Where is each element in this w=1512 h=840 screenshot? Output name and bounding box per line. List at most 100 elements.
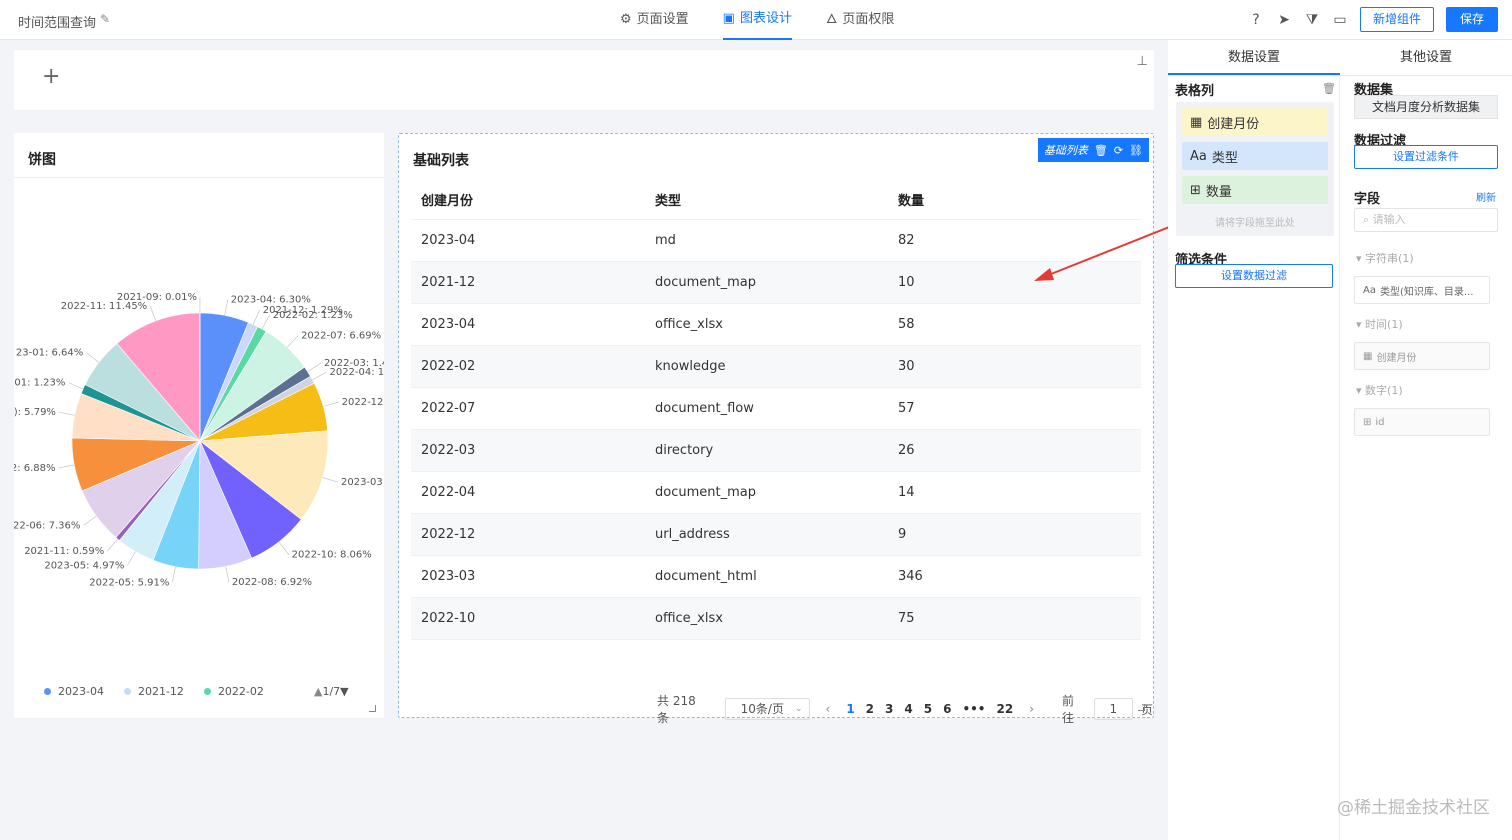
table-row[interactable]: 2023-03 document_html 346	[411, 556, 1141, 598]
field-item-id[interactable]: ⊞ id	[1354, 408, 1490, 436]
tab-page-settings[interactable]: ⚙ 页面设置	[620, 0, 689, 40]
edit-icon[interactable]: ✎	[100, 12, 110, 26]
column-drop-zone[interactable]: ▦ 创建月份 Aa 类型 ⊞ 数量 请将字段拖至此处	[1176, 102, 1334, 236]
pie-leader-line	[261, 314, 270, 330]
column-field-created-month[interactable]: ▦ 创建月份	[1182, 108, 1328, 136]
table-card-title: 基础列表	[413, 153, 469, 169]
table-row[interactable]: 2022-02 knowledge 30	[411, 346, 1141, 388]
table-row[interactable]: 2022-07 document_flow 57	[411, 388, 1141, 430]
page-number[interactable]: •••	[962, 702, 985, 716]
field-item-created-month[interactable]: ▦ 创建月份	[1354, 342, 1490, 370]
column-header[interactable]: 类型	[655, 190, 898, 209]
pie-chart-card[interactable]: 饼图 2023-04: 6.30% 2021-12: 1.29% 2022-02: …	[14, 133, 384, 718]
group-string[interactable]: ▾ 字符串(1)	[1356, 250, 1414, 266]
add-component-button[interactable]: 新增组件	[1359, 7, 1434, 32]
page-number[interactable]: 6	[943, 702, 951, 716]
page-number[interactable]: 5	[924, 702, 932, 716]
number-icon: ⊞	[1190, 182, 1201, 198]
table-cell: url_address	[655, 527, 730, 542]
table-cell: 14	[898, 485, 915, 500]
legend-item[interactable]: 2021-12	[123, 685, 184, 698]
monitor-icon[interactable]: ▭	[1332, 12, 1348, 28]
send-icon[interactable]: ➤	[1276, 12, 1292, 28]
page-number[interactable]: 2	[866, 702, 874, 716]
table-cell: office_xlsx	[655, 611, 723, 626]
group-time[interactable]: ▾ 时间(1)	[1356, 316, 1403, 332]
pie-leader-line	[58, 411, 75, 416]
help-icon[interactable]: ?	[1248, 12, 1264, 28]
resize-handle[interactable]	[369, 705, 376, 712]
set-data-filter-button[interactable]: 设置数据过滤	[1175, 264, 1333, 288]
refresh-icon[interactable]: ⟳	[1114, 144, 1123, 157]
page-number[interactable]: 4	[904, 702, 912, 716]
filter-icon[interactable]: ⧩	[1304, 12, 1320, 28]
table-config-column: 表格列 🗑 ▦ 创建月份 Aa 类型 ⊞ 数量 请将字段拖至此处 筛选条件 设置数据过…	[1168, 76, 1340, 840]
delete-icon[interactable]: 🗑	[1094, 144, 1108, 157]
settings-panel: 数据设置 其他设置 表格列 🗑 ▦ 创建月份 Aa 类型 ⊞ 数量 请将字段拖至此处 …	[1168, 40, 1512, 840]
table-cell: 75	[898, 611, 915, 626]
table-cell: 2023-03	[421, 569, 476, 584]
column-header[interactable]: 数量	[898, 190, 1141, 209]
save-button[interactable]: 保存	[1445, 7, 1498, 32]
set-filter-condition-button[interactable]: 设置过滤条件	[1354, 145, 1498, 169]
tab-chart-design[interactable]: ▣ 图表设计	[722, 0, 792, 40]
table-cell: knowledge	[655, 359, 726, 374]
page-number[interactable]: 1	[846, 702, 854, 716]
pie-slice-label: 2023-03	[341, 477, 383, 488]
table-cell: 2021-12	[421, 275, 476, 290]
table-cell: 2022-12	[421, 527, 476, 542]
trash-icon[interactable]: 🗑	[1322, 82, 1336, 95]
column-field-count[interactable]: ⊞ 数量	[1182, 176, 1328, 204]
table-row[interactable]: 2023-04 md 82	[411, 220, 1141, 262]
field-item-type[interactable]: Aa 类型(知识库、目录...	[1354, 276, 1490, 304]
text-type-icon: Aa	[1190, 148, 1207, 164]
goto-page-input[interactable]: 1	[1093, 698, 1133, 720]
pie-slice-label: 2022-10: 8.06%	[292, 549, 372, 560]
legend-next-icon[interactable]: ▼	[340, 685, 348, 698]
table-cell: md	[655, 233, 676, 248]
pager-total: 共 218 条	[657, 694, 696, 725]
prev-page-icon[interactable]: ‹	[826, 702, 831, 716]
table-cell: document_map	[655, 485, 756, 500]
table-cell: 82	[898, 233, 915, 248]
table-row[interactable]: 2021-12 document_map 10	[411, 262, 1141, 304]
pie-legend: 2023-04 2021-12 2022-02	[44, 685, 264, 698]
field-search-input[interactable]: ⌕ 请输入	[1354, 208, 1498, 232]
tab-other-settings[interactable]: 其他设置	[1340, 40, 1512, 75]
pie-leader-line	[86, 352, 100, 363]
page-numbers: 1 2 3 4 5 6 ••• 22	[846, 702, 1013, 716]
group-number[interactable]: ▾ 数字(1)	[1356, 382, 1403, 398]
column-header[interactable]: 创建月份	[411, 190, 655, 209]
pin-icon[interactable]: ⊥	[1137, 54, 1148, 69]
legend-item[interactable]: 2023-04	[44, 685, 104, 698]
table-cell: 2022-04	[421, 485, 476, 500]
next-page-icon[interactable]: ›	[1029, 702, 1034, 716]
link-icon[interactable]: ⛓	[1129, 144, 1143, 157]
pie-slice-label: 2023-05: 4.97%	[44, 560, 124, 571]
resize-handle[interactable]	[1138, 704, 1145, 711]
dataset-select[interactable]: 文档月度分析数据集	[1354, 95, 1498, 119]
pie-chart[interactable]: 2023-04: 6.30%2021-12: 1.29%2022-02: 1.2…	[14, 273, 384, 603]
table-row[interactable]: 2022-12 url_address 9	[411, 514, 1141, 556]
tab-data-settings[interactable]: 数据设置	[1168, 40, 1340, 75]
page-size-select[interactable]: 10条/页 ⌄	[724, 698, 810, 720]
search-icon: ⌕	[1363, 213, 1373, 226]
add-component-area: + ⊥	[14, 50, 1154, 110]
table-row[interactable]: 2023-04 office_xlsx 58	[411, 304, 1141, 346]
refresh-link[interactable]: 刷新	[1476, 189, 1496, 204]
legend-item[interactable]: 2022-02	[203, 685, 264, 698]
table-row[interactable]: 2022-03 directory 26	[411, 430, 1141, 472]
plus-icon[interactable]: +	[42, 64, 60, 89]
column-field-type[interactable]: Aa 类型	[1182, 142, 1328, 170]
pie-slice-label: 23-01: 6.64%	[16, 348, 83, 359]
table-card[interactable]: 基础列表 基础列表 🗑 ⟳ ⛓ 创建月份 类型 数量 2023-04 md 82 2021-…	[398, 133, 1154, 725]
table-row[interactable]: 2022-10 office_xlsx 75	[411, 598, 1141, 640]
page-number[interactable]: 3	[885, 702, 893, 716]
toolbar-right: ? ➤ ⧩ ▭ 新增组件 保存	[1248, 7, 1498, 32]
table-cell: 2022-10	[421, 611, 476, 626]
field-title: 字段	[1354, 192, 1381, 207]
table-row[interactable]: 2022-04 document_map 14	[411, 472, 1141, 514]
tab-page-permission[interactable]: 🜂 页面权限	[826, 0, 894, 40]
page-number[interactable]: 22	[996, 702, 1013, 716]
pie-card-title: 饼图	[28, 152, 56, 168]
